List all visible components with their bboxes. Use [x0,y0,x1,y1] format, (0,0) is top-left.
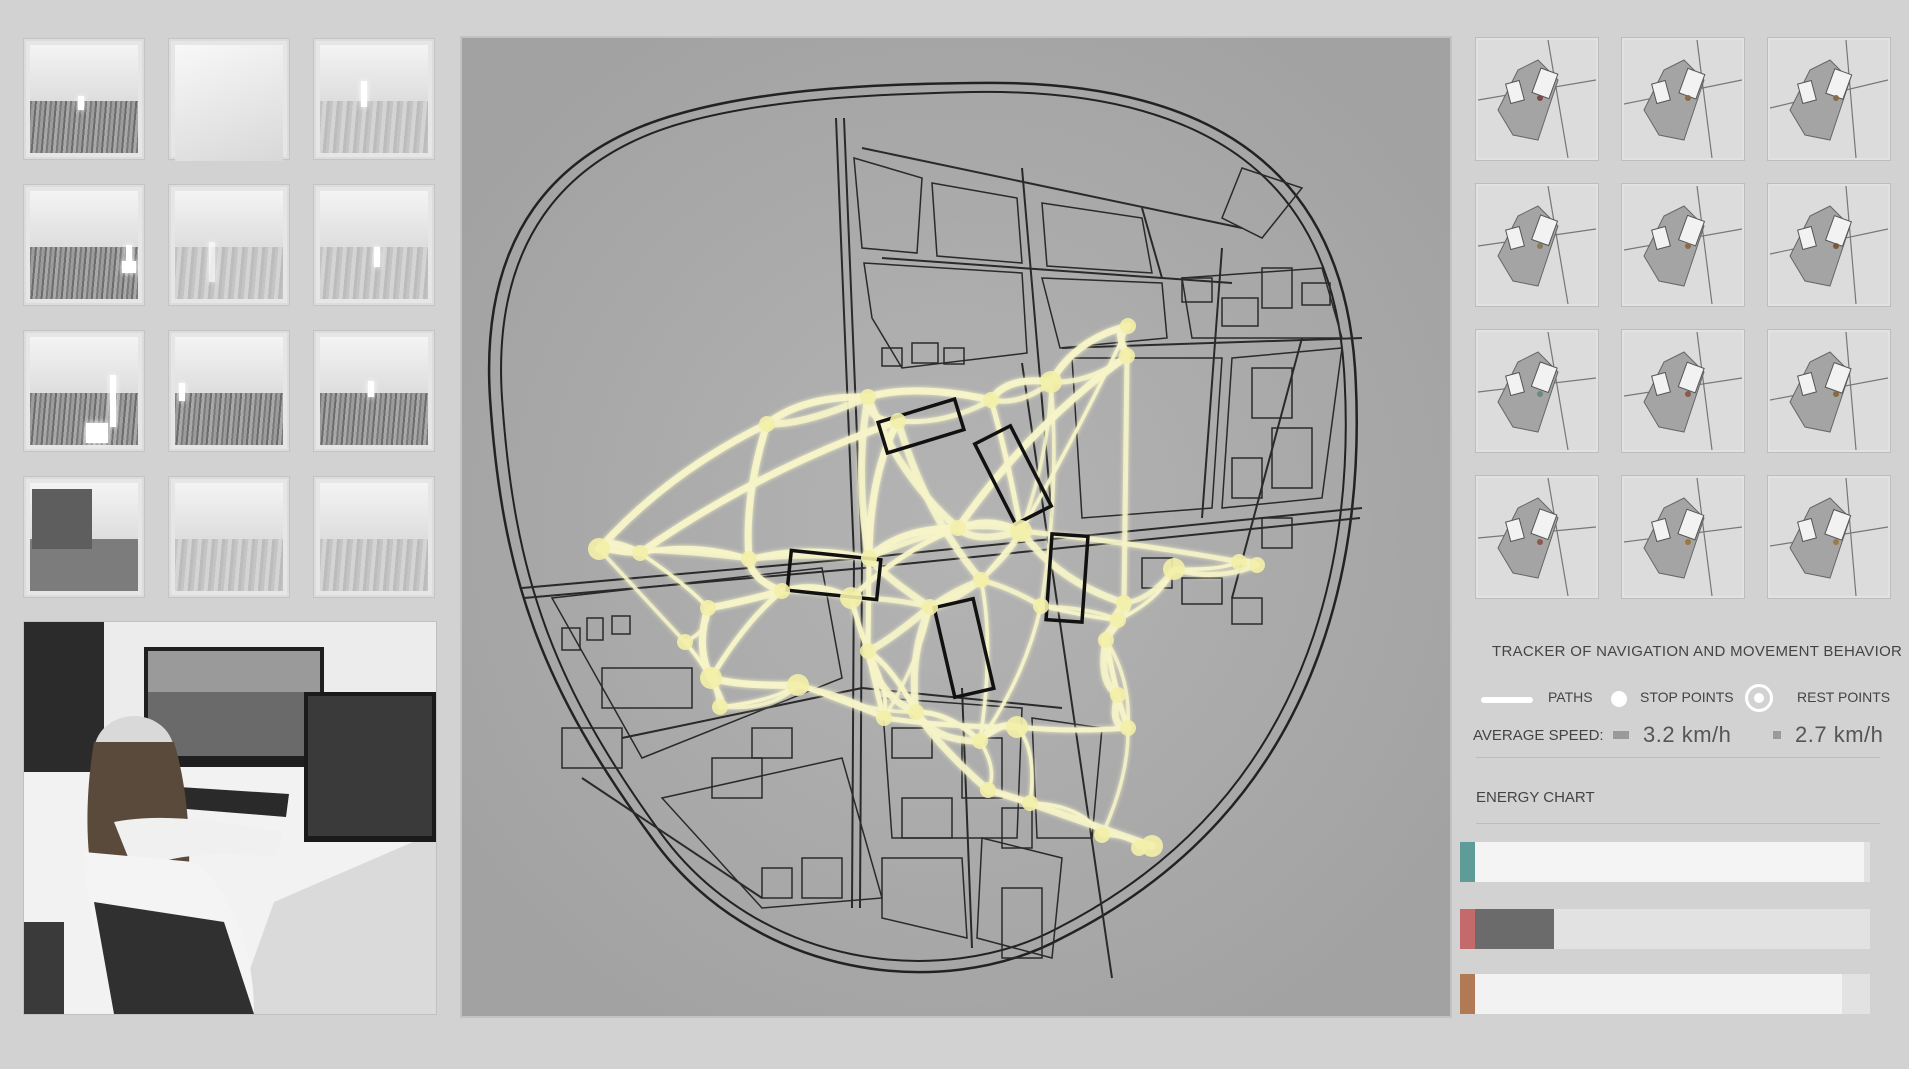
stop-point[interactable] [860,389,876,405]
tracker-title: TRACKER OF NAVIGATION AND MOVEMENT BEHAV… [1492,643,1903,660]
stop-point[interactable] [712,699,728,715]
energy-bar [1460,842,1870,882]
stop-point[interactable] [1120,720,1136,736]
stop-point[interactable] [1006,716,1028,738]
vr-view-thumbnail[interactable] [314,331,434,451]
stop-point[interactable] [1040,371,1062,393]
participant-photo [24,622,436,1014]
participant-minimap[interactable] [1768,476,1890,598]
energy-bar-track [1475,974,1870,1014]
stop-point[interactable] [774,583,790,599]
stop-point[interactable] [1033,598,1049,614]
rest-point-icon [1745,684,1773,712]
vr-view-thumbnail[interactable] [24,185,144,305]
stop-point[interactable] [759,416,775,432]
participant-minimap[interactable] [1768,330,1890,452]
stop-point[interactable] [973,572,989,588]
vr-view-thumbnail[interactable] [24,477,144,597]
stop-point[interactable] [677,634,693,650]
stop-point[interactable] [1098,632,1114,648]
energy-bar-fill [1475,909,1554,949]
stop-point[interactable] [983,392,999,408]
vr-view-thumbnail[interactable] [314,477,434,597]
energy-bar [1460,974,1870,1014]
stop-point[interactable] [1120,318,1136,334]
stop-point[interactable] [741,551,757,567]
participant-minimap[interactable] [1622,38,1744,160]
stop-point[interactable] [700,600,716,616]
energy-bar-fill [1475,842,1865,882]
paths-line-icon [1481,697,1533,703]
stop-point[interactable] [890,413,906,429]
stop-point[interactable] [980,782,996,798]
energy-bar [1460,909,1870,949]
vr-view-thumbnail[interactable] [169,331,289,451]
stop-point[interactable] [1141,835,1163,857]
average-speed-value-2: 2.7 km/h [1795,722,1884,747]
stop-point[interactable] [787,674,809,696]
stop-point[interactable] [1110,687,1126,703]
stop-point[interactable] [860,643,876,659]
stop-point[interactable] [1163,558,1185,580]
stop-point[interactable] [700,667,722,689]
vr-view-thumbnail[interactable] [314,185,434,305]
average-speed-label: AVERAGE SPEED: [1473,727,1604,744]
energy-bar-track [1475,909,1870,949]
participant-minimap[interactable] [1476,330,1598,452]
participant-minimap[interactable] [1622,476,1744,598]
energy-bar-color-cap [1460,842,1475,882]
stop-point[interactable] [950,520,966,536]
vr-view-thumbnail[interactable] [169,477,289,597]
stop-point[interactable] [908,704,924,720]
stop-point[interactable] [922,599,938,615]
stop-point[interactable] [1231,554,1247,570]
participant-minimap[interactable] [1476,184,1598,306]
energy-bar-color-cap [1460,909,1475,949]
stop-point[interactable] [632,545,648,561]
speed-swatch-1 [1613,731,1629,739]
energy-bar-fill [1475,974,1843,1014]
stop-point[interactable] [1119,348,1135,364]
vr-view-thumbnail[interactable] [169,39,289,161]
legend-stop-points-label: STOP POINTS [1640,689,1734,705]
stop-point-icon [1611,691,1627,707]
participant-minimap[interactable] [1476,476,1598,598]
vr-view-thumbnail[interactable] [169,185,289,305]
vr-view-thumbnail[interactable] [24,39,144,159]
vr-view-gallery [24,39,438,599]
navigation-map[interactable] [462,38,1450,1016]
vr-view-thumbnail[interactable] [24,331,144,451]
stop-point[interactable] [588,538,610,560]
energy-bar-track [1475,842,1870,882]
participant-minimap[interactable] [1768,184,1890,306]
participant-minimap[interactable] [1476,38,1598,160]
stop-point[interactable] [876,710,892,726]
legend-rest-points-label: REST POINTS [1797,689,1891,705]
participant-minimap-grid [1476,38,1896,598]
stop-point[interactable] [861,550,877,566]
energy-bar-color-cap [1460,974,1475,1014]
stop-point[interactable] [1010,520,1032,542]
participant-minimap[interactable] [1768,38,1890,160]
stop-point[interactable] [1094,827,1110,843]
average-speed-value-1: 3.2 km/h [1643,722,1732,747]
vr-view-thumbnail[interactable] [314,39,434,159]
divider [1476,823,1880,824]
stop-point[interactable] [840,587,862,609]
stop-point[interactable] [972,733,988,749]
stop-point[interactable] [1249,557,1265,573]
divider [1476,757,1880,758]
participant-minimap[interactable] [1622,184,1744,306]
participant-minimap[interactable] [1622,330,1744,452]
legend-paths-label: PATHS [1548,689,1593,705]
speed-swatch-2 [1773,731,1781,739]
map-canvas [462,38,1450,1016]
stop-point[interactable] [1116,595,1132,611]
stop-point[interactable] [1022,795,1038,811]
stop-point[interactable] [1110,612,1126,628]
energy-chart-title: ENERGY CHART [1476,789,1595,806]
